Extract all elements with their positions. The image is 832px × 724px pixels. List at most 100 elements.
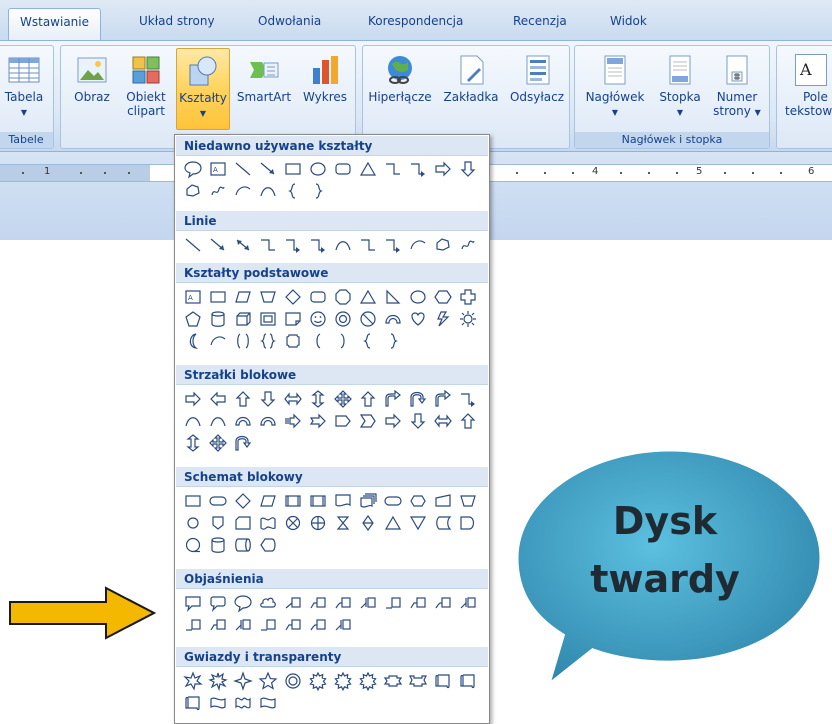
triangle-shape-icon[interactable] (358, 159, 378, 179)
accent-callout-icon[interactable] (458, 593, 478, 613)
page-number-button[interactable]: Numer strony ▼ (709, 48, 765, 130)
smiley-face-icon[interactable] (308, 309, 328, 329)
shapes-button[interactable]: Kształty ▼ (176, 48, 230, 130)
right-brace-icon[interactable] (308, 181, 328, 201)
heart-shape-icon[interactable] (408, 309, 428, 329)
up-arrow-icon[interactable] (358, 389, 378, 409)
oval-callout-icon[interactable] (183, 159, 203, 179)
scroll-banner-icon[interactable] (183, 693, 203, 713)
curve-shape-icon[interactable] (333, 235, 353, 255)
notched-arrow-icon[interactable] (308, 411, 328, 431)
border-callout-icon[interactable] (383, 593, 403, 613)
elbow-connector-icon[interactable] (358, 235, 378, 255)
elbow-arrow-connector-icon[interactable] (283, 235, 303, 255)
flowchart-merge-icon[interactable] (408, 513, 428, 533)
quad-arrow-icon[interactable] (333, 389, 353, 409)
five-point-star-icon[interactable] (258, 671, 278, 691)
left-brace-icon[interactable] (283, 181, 303, 201)
moon-shape-icon[interactable] (183, 331, 203, 351)
bent-arrow-icon[interactable] (383, 389, 403, 409)
rounded-rectangular-callout-icon[interactable] (208, 593, 228, 613)
flowchart-extract-icon[interactable] (383, 513, 403, 533)
left-arrow-icon[interactable] (208, 389, 228, 409)
bent-arrow-icon[interactable] (433, 389, 453, 409)
rounded-rectangle-icon[interactable] (333, 159, 353, 179)
elbow-arrow-connector-icon[interactable] (308, 235, 328, 255)
scribble-shape-icon[interactable] (208, 181, 228, 201)
down-arrow-icon[interactable] (458, 159, 478, 179)
block-arc-icon[interactable] (258, 411, 278, 431)
double-arrow-line-icon[interactable] (233, 235, 253, 255)
elbow-connector-icon[interactable] (258, 235, 278, 255)
accent-callout-icon[interactable] (233, 615, 253, 635)
multi-point-star-icon[interactable] (333, 671, 353, 692)
u-turn-arrow-icon[interactable] (233, 433, 253, 453)
line-callout-3-icon[interactable] (308, 615, 328, 635)
diamond-icon[interactable] (233, 491, 253, 511)
tab-widok[interactable]: Widok (610, 14, 647, 28)
right-arrow-icon[interactable] (183, 389, 203, 409)
donut-shape-icon[interactable] (333, 309, 353, 329)
tab-wstawianie[interactable]: Wstawianie (8, 8, 101, 42)
flowchart-preparation-icon[interactable] (408, 491, 428, 511)
flowchart-collate-icon[interactable] (333, 513, 353, 533)
chevron-shape-icon[interactable] (358, 411, 378, 431)
scroll-banner-icon[interactable] (433, 671, 453, 691)
block-arc-icon[interactable] (383, 309, 403, 329)
flowchart-offpage-connector-icon[interactable] (208, 513, 228, 533)
flowchart-punched-tape-icon[interactable] (258, 513, 278, 533)
line-callout-2-icon[interactable] (308, 593, 328, 613)
footer-button[interactable]: Stopka ▼ (653, 48, 707, 130)
flowchart-terminator-icon[interactable] (383, 491, 403, 511)
rectangle-shape-icon[interactable] (283, 159, 303, 179)
frame-shape-icon[interactable] (258, 309, 278, 329)
explosion-2-icon[interactable] (208, 671, 228, 692)
flowchart-display-icon[interactable] (258, 535, 278, 555)
oval-shape-icon[interactable] (308, 159, 328, 179)
line-callout-3-icon[interactable] (433, 593, 453, 613)
parallelogram-icon[interactable] (233, 287, 253, 307)
left-brace-icon[interactable] (358, 331, 378, 351)
right-brace-icon[interactable] (383, 331, 403, 351)
border-callout-icon[interactable] (258, 615, 278, 635)
scribble-shape-icon[interactable] (458, 235, 478, 255)
left-right-arrow-icon[interactable] (433, 411, 453, 431)
flowchart-document-icon[interactable] (333, 491, 353, 511)
arrow-line-icon[interactable] (258, 159, 278, 179)
flowchart-sort-icon[interactable] (358, 513, 378, 533)
curve-shape-icon[interactable] (258, 181, 278, 201)
up-down-arrow-icon[interactable] (183, 433, 203, 453)
flowchart-predefined-process-icon[interactable] (308, 491, 328, 511)
left-right-arrow-icon[interactable] (283, 389, 303, 409)
line-callout-2-icon[interactable] (208, 615, 228, 635)
flowchart-delay-icon[interactable] (458, 513, 478, 533)
right-triangle-icon[interactable] (383, 287, 403, 307)
flowchart-manual-operation-icon[interactable] (458, 491, 478, 511)
arrow-line-icon[interactable] (208, 235, 228, 255)
u-turn-arrow-icon[interactable] (408, 389, 428, 409)
lightning-bolt-icon[interactable] (433, 309, 453, 329)
freeform-shape-icon[interactable] (183, 181, 203, 201)
tab-recenzja[interactable]: Recenzja (513, 14, 567, 28)
flowchart-terminator-icon[interactable] (208, 491, 228, 511)
table-button[interactable]: Tabela ▼ (0, 48, 49, 130)
chart-button[interactable]: Wykres (299, 48, 351, 130)
multi-point-star-icon[interactable] (358, 671, 378, 692)
cross-shape-icon[interactable] (458, 287, 478, 307)
hyperlink-button[interactable]: Hiperłącze (365, 48, 435, 130)
diamond-icon[interactable] (283, 287, 303, 307)
elbow-connector-icon[interactable] (383, 159, 403, 179)
line-shape-icon[interactable] (183, 235, 203, 255)
arc-shape-icon[interactable] (233, 181, 253, 201)
scroll-banner-icon[interactable] (458, 671, 478, 691)
line-shape-icon[interactable] (233, 159, 253, 179)
trapezoid-icon[interactable] (258, 287, 278, 307)
up-arrow-icon[interactable] (458, 411, 478, 431)
rectangle-shape-icon[interactable] (208, 287, 228, 307)
left-bracket-icon[interactable] (308, 331, 328, 351)
picture-button[interactable]: Obraz (69, 48, 115, 130)
octagon-icon[interactable] (333, 287, 353, 307)
flowchart-direct-access-icon[interactable] (233, 535, 253, 555)
flowchart-sequential-storage-icon[interactable] (183, 535, 203, 555)
flowchart-multidocument-icon[interactable] (358, 491, 378, 511)
